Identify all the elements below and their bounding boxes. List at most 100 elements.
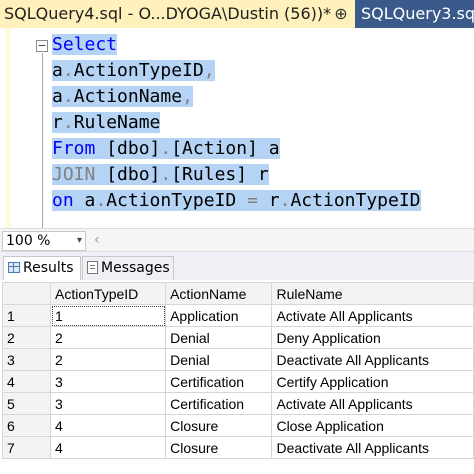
code-token: .	[279, 190, 291, 211]
row-number[interactable]: 3	[2, 348, 51, 371]
code-token: a	[84, 190, 96, 211]
query-code[interactable]: Select a.ActionTypeID, a.ActionName, r.Rule…	[52, 32, 421, 214]
code-token: [Rules] r	[171, 164, 269, 185]
table-cell[interactable]: Activate All Applicants	[271, 304, 474, 327]
table-cell[interactable]: Closure	[165, 414, 273, 437]
selected-text: on a.ActionTypeID = r.ActionTypeID	[52, 190, 421, 211]
table-row[interactable]: 6 4 Closure Close Application	[2, 414, 474, 437]
column-header[interactable]: ActionName	[165, 282, 273, 305]
code-line[interactable]: r.RuleName	[52, 110, 421, 136]
zoom-bar: 100 % ▾ ‹	[0, 228, 474, 252]
document-tab-bar: SQLQuery4.sql - O...DYOGA\Dustin (56))* …	[0, 0, 474, 28]
row-number[interactable]: 7	[2, 436, 51, 459]
code-token: [dbo]	[106, 164, 161, 185]
tab-sqlquery4[interactable]: SQLQuery4.sql - O...DYOGA\Dustin (56))*	[0, 0, 355, 28]
tab-sqlquery3-label: SQLQuery3.sq	[361, 4, 474, 23]
row-number[interactable]: 6	[2, 414, 51, 437]
outline-guide	[42, 53, 43, 235]
code-token: .	[62, 60, 74, 81]
code-line[interactable]: Select	[52, 32, 421, 58]
code-token: .	[95, 190, 107, 211]
zoom-select[interactable]: 100 % ▾	[2, 231, 86, 251]
selected-text: a.ActionTypeID,	[52, 60, 215, 81]
table-cell[interactable]: Denial	[165, 348, 273, 371]
table-cell[interactable]: 1	[49, 304, 167, 327]
table-cell[interactable]: Activate All Applicants	[271, 392, 474, 415]
selected-text: r.RuleName	[52, 112, 161, 133]
table-cell[interactable]: 2	[49, 326, 167, 349]
table-cell[interactable]: 3	[49, 392, 167, 415]
table-row[interactable]: 2 2 Denial Deny Application	[2, 326, 474, 349]
code-line[interactable]: a.ActionName,	[52, 84, 421, 110]
grid-header-row: ActionTypeID ActionName RuleName	[2, 282, 474, 305]
code-token: ,	[182, 86, 193, 107]
column-header[interactable]: ActionTypeID	[49, 282, 167, 305]
selected-text: Select	[52, 34, 118, 55]
code-token: =	[247, 190, 258, 211]
code-token: r	[52, 112, 63, 133]
code-token: ActionTypeID	[106, 190, 248, 211]
code-token: r	[257, 190, 280, 211]
row-number[interactable]: 5	[2, 392, 51, 415]
code-token: a	[52, 60, 63, 81]
grid-icon	[8, 262, 20, 273]
collapse-toggle-icon[interactable]: −	[36, 40, 48, 52]
table-cell[interactable]: Deactivate All Applicants	[271, 436, 474, 459]
code-token: .	[62, 86, 74, 107]
change-tracking-margin	[5, 28, 11, 228]
scroll-left-icon[interactable]: ‹	[94, 231, 100, 249]
messages-icon	[87, 261, 98, 274]
code-token: ActionName	[73, 86, 183, 107]
table-cell[interactable]: Deactivate All Applicants	[271, 348, 474, 371]
code-token: on	[52, 190, 85, 211]
query-editor[interactable]: − Select a.ActionTypeID, a.ActionName, r.Ru…	[0, 28, 474, 235]
row-number[interactable]: 1	[2, 304, 51, 327]
tab-results[interactable]: Results	[3, 256, 81, 280]
code-line[interactable]: JOIN [dbo].[Rules] r	[52, 162, 421, 188]
chevron-down-icon: ▾	[76, 235, 82, 246]
table-cell[interactable]: 4	[49, 414, 167, 437]
tab-results-label: Results	[23, 260, 74, 276]
code-line[interactable]: on a.ActionTypeID = r.ActionTypeID	[52, 188, 421, 214]
tab-messages[interactable]: Messages	[82, 256, 174, 280]
column-header[interactable]: RuleName	[271, 282, 474, 305]
table-cell[interactable]: Certify Application	[271, 370, 474, 393]
table-row[interactable]: 3 2 Denial Deactivate All Applicants	[2, 348, 474, 371]
table-cell[interactable]: Certification	[165, 370, 273, 393]
code-token: JOIN	[52, 164, 107, 185]
selected-text: a.ActionName,	[52, 86, 193, 107]
table-cell[interactable]: 4	[49, 436, 167, 459]
tab-sqlquery3[interactable]: SQLQuery3.sq	[355, 0, 474, 28]
code-token: .	[160, 138, 172, 159]
results-grid[interactable]: ActionTypeID ActionName RuleName 1 1 Appli…	[2, 282, 474, 459]
table-cell[interactable]: Application	[165, 304, 273, 327]
selected-text: From [dbo].[Action] a	[52, 138, 280, 159]
code-token: .	[160, 164, 172, 185]
table-row[interactable]: 5 3 Certification Activate All Applicants	[2, 392, 474, 415]
code-line[interactable]: a.ActionTypeID,	[52, 58, 421, 84]
table-cell[interactable]: Certification	[165, 392, 273, 415]
table-cell[interactable]: 3	[49, 370, 167, 393]
zoom-value: 100 %	[6, 233, 51, 249]
table-cell[interactable]: Deny Application	[271, 326, 474, 349]
tab-messages-label: Messages	[101, 260, 170, 276]
code-token: From	[52, 138, 107, 159]
code-token: a	[52, 86, 63, 107]
grid-corner[interactable]	[2, 282, 51, 305]
code-token: RuleName	[73, 112, 161, 133]
table-row[interactable]: 7 4 Closure Deactivate All Applicants	[2, 436, 474, 459]
results-tab-bar: Results Messages	[0, 252, 474, 280]
code-token: ActionTypeID	[73, 60, 204, 81]
code-token: ActionTypeID	[290, 190, 421, 211]
table-cell[interactable]: 2	[49, 348, 167, 371]
table-row[interactable]: 4 3 Certification Certify Application	[2, 370, 474, 393]
row-number[interactable]: 2	[2, 326, 51, 349]
code-line[interactable]: From [dbo].[Action] a	[52, 136, 421, 162]
tab-sqlquery4-label: SQLQuery4.sql - O...DYOGA\Dustin (56))*	[4, 4, 332, 23]
table-cell[interactable]: Closure	[165, 436, 273, 459]
table-row[interactable]: 1 1 Application Activate All Applicants	[2, 304, 474, 327]
tab-pin-icon[interactable]: ⊕	[331, 0, 351, 28]
table-cell[interactable]: Denial	[165, 326, 273, 349]
table-cell[interactable]: Close Application	[271, 414, 474, 437]
row-number[interactable]: 4	[2, 370, 51, 393]
